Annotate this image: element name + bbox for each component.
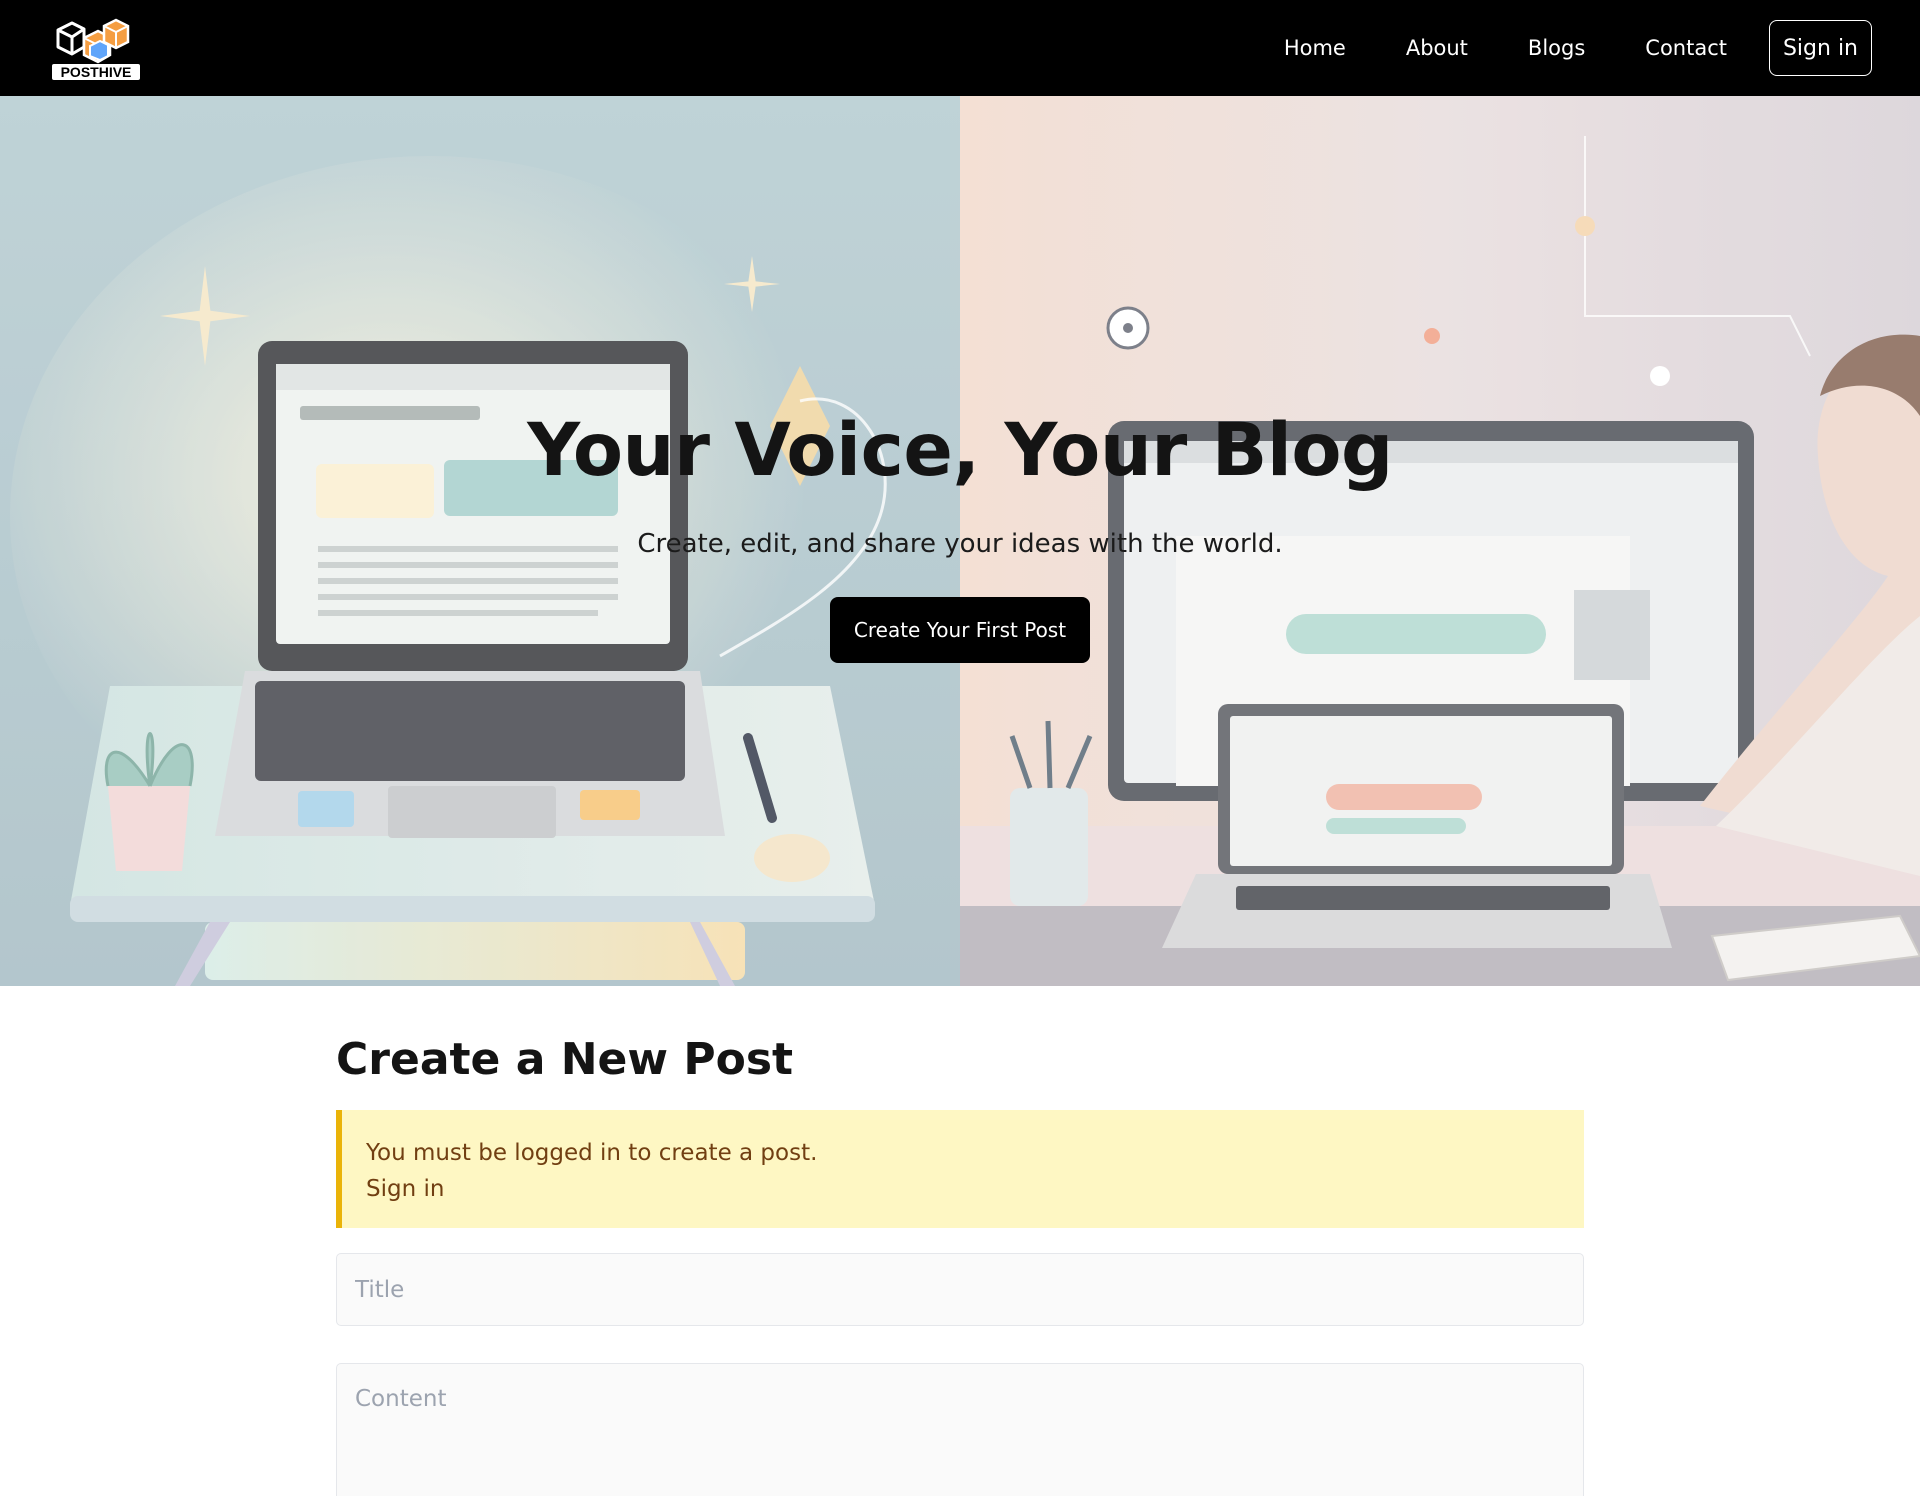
login-required-alert: You must be logged in to create a post. …	[336, 1110, 1584, 1228]
logo-link[interactable]: POSTHIVE	[50, 14, 142, 82]
top-navbar: POSTHIVE Home About Blogs Contact Sign i…	[0, 0, 1920, 96]
nav-link-about[interactable]: About	[1406, 36, 1468, 60]
signin-button[interactable]: Sign in	[1769, 20, 1872, 76]
create-first-post-button[interactable]: Create Your First Post	[830, 597, 1090, 663]
nav-links: Home About Blogs Contact Sign in	[1284, 20, 1872, 76]
logo-text: POSTHIVE	[61, 64, 132, 80]
title-input[interactable]	[336, 1253, 1584, 1326]
create-post-section: Create a New Post You must be logged in …	[336, 1038, 1584, 1496]
alert-message: You must be logged in to create a post.	[366, 1140, 818, 1166]
hero-section: Your Voice, Your Blog Create, edit, and …	[0, 96, 1920, 986]
nav-link-home[interactable]: Home	[1284, 36, 1346, 60]
nav-link-blogs[interactable]: Blogs	[1528, 36, 1585, 60]
nav-link-contact[interactable]: Contact	[1645, 36, 1727, 60]
content-textarea[interactable]	[336, 1363, 1584, 1496]
hero-subtitle: Create, edit, and share your ideas with …	[637, 529, 1283, 559]
alert-signin-link[interactable]: Sign in	[366, 1171, 1584, 1207]
hero-title: Your Voice, Your Blog	[527, 408, 1393, 493]
create-post-heading: Create a New Post	[336, 1034, 794, 1085]
posthive-logo: POSTHIVE	[52, 18, 140, 80]
hero-content: Your Voice, Your Blog Create, edit, and …	[0, 414, 1920, 663]
